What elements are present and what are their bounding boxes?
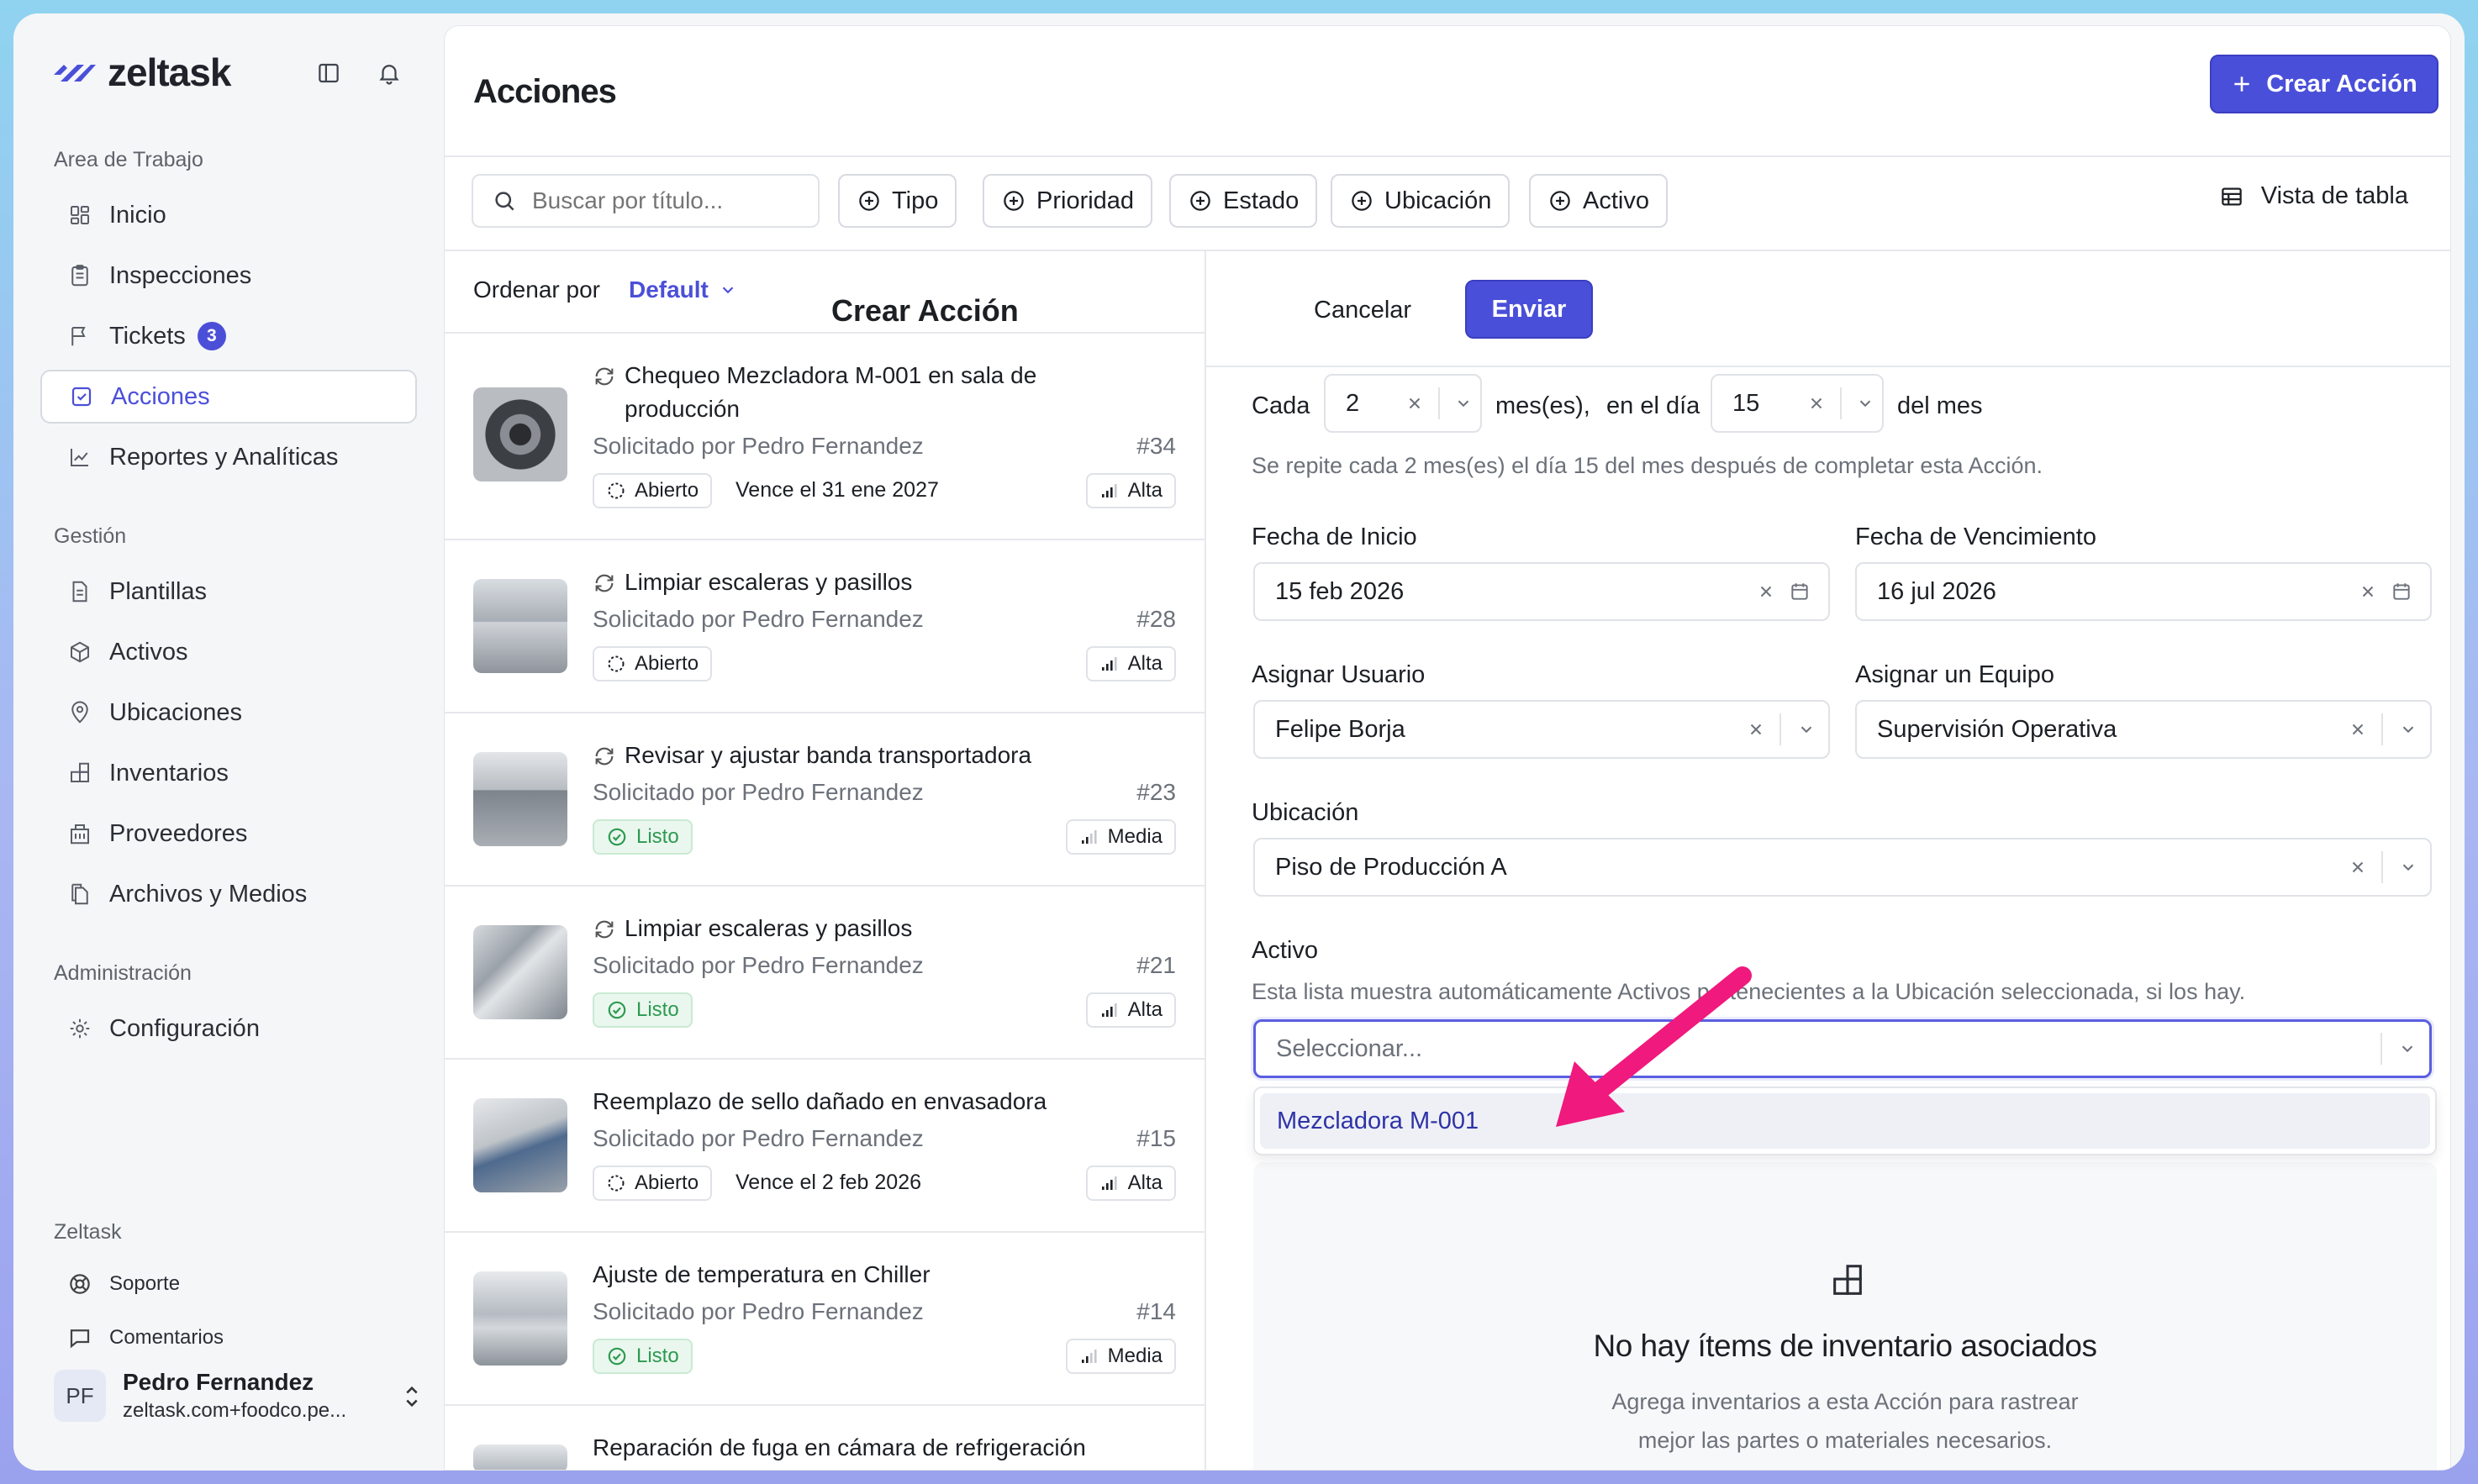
- document-icon: [72, 581, 87, 603]
- user-menu[interactable]: PF Pedro Fernandez zeltask.com+foodco.pe…: [54, 1358, 424, 1434]
- sidebar-item-label: Proveedores: [109, 819, 248, 847]
- user-email: zeltask.com+foodco.pe...: [123, 1399, 347, 1422]
- support-link[interactable]: Soporte: [40, 1260, 180, 1308]
- sidebar-item-plantillas[interactable]: Plantillas: [40, 565, 417, 618]
- main-panel: Acciones Crear Acción Tipo Prioridad Est…: [444, 25, 2451, 1471]
- annotation-arrow: [1556, 966, 1752, 1127]
- clipboard-icon: [71, 265, 88, 287]
- brand-logo[interactable]: zeltask: [52, 47, 231, 97]
- sidebar-item-inicio[interactable]: Inicio: [40, 188, 417, 242]
- feedback-link[interactable]: Comentarios: [40, 1314, 224, 1361]
- grid-icon: [71, 206, 89, 224]
- section-title-workspace: Area de Trabajo: [54, 148, 203, 171]
- sidebar-item-reportes[interactable]: Reportes y Analíticas: [40, 430, 417, 484]
- section-title-admin: Administración: [54, 961, 192, 985]
- sidebar-item-label: Acciones: [111, 382, 210, 410]
- flag-icon: [71, 327, 86, 346]
- check-square-icon: [71, 387, 92, 407]
- sidebar: zeltask Area de Trabajo Inicio Inspeccio…: [13, 13, 442, 1471]
- sidebar-item-tickets[interactable]: Tickets 3: [40, 309, 417, 363]
- sidebar-item-ubicaciones[interactable]: Ubicaciones: [40, 686, 417, 739]
- brand-name: zeltask: [108, 50, 231, 94]
- tickets-count-badge: 3: [197, 322, 226, 350]
- map-pin-icon: [71, 701, 88, 724]
- sidebar-item-label: Inicio: [109, 201, 166, 229]
- bell-icon[interactable]: [377, 61, 402, 86]
- sidebar-item-archivos[interactable]: Archivos y Medios: [40, 867, 417, 921]
- chevron-up-down-icon: [406, 1386, 418, 1408]
- building-icon: [71, 824, 89, 845]
- sidebar-item-label: Inspecciones: [109, 261, 252, 289]
- sidebar-item-label: Archivos y Medios: [109, 880, 308, 908]
- sidebar-toggle-icon[interactable]: [316, 61, 341, 86]
- sidebar-top-actions: [316, 61, 402, 86]
- section-title-management: Gestión: [54, 524, 127, 548]
- feedback-label: Comentarios: [109, 1326, 224, 1349]
- chart-line-icon: [71, 449, 88, 466]
- sidebar-item-acciones[interactable]: Acciones: [40, 370, 417, 424]
- support-label: Soporte: [109, 1272, 181, 1295]
- section-title-zeltask: Zeltask: [54, 1220, 122, 1244]
- sidebar-item-configuracion[interactable]: Configuración: [40, 1002, 417, 1055]
- user-name: Pedro Fernandez: [123, 1369, 314, 1395]
- sidebar-item-label: Ubicaciones: [109, 698, 242, 726]
- user-info: Pedro Fernandez zeltask.com+foodco.pe...: [123, 1369, 346, 1423]
- sidebar-item-label: Activos: [109, 638, 188, 666]
- sidebar-item-inspecciones[interactable]: Inspecciones: [40, 249, 417, 303]
- cube-icon: [71, 641, 89, 663]
- sidebar-item-label: Inventarios: [109, 759, 229, 787]
- boxes-icon: [71, 762, 89, 782]
- app-window: zeltask Area de Trabajo Inicio Inspeccio…: [13, 13, 2465, 1471]
- avatar: PF: [54, 1370, 106, 1422]
- sidebar-item-activos[interactable]: Activos: [40, 625, 417, 679]
- sidebar-item-label: Tickets: [109, 322, 186, 350]
- lifebuoy-icon: [70, 1274, 90, 1294]
- sidebar-item-label: Plantillas: [109, 577, 208, 605]
- sidebar-item-proveedores[interactable]: Proveedores: [40, 807, 417, 860]
- gear-icon: [70, 1018, 90, 1039]
- comment-icon: [70, 1329, 90, 1349]
- zeltask-logo-icon: [54, 65, 96, 82]
- sidebar-item-inventarios[interactable]: Inventarios: [40, 746, 417, 800]
- sidebar-item-label: Configuración: [109, 1014, 260, 1042]
- files-icon: [71, 883, 88, 905]
- sidebar-item-label: Reportes y Analíticas: [109, 443, 339, 471]
